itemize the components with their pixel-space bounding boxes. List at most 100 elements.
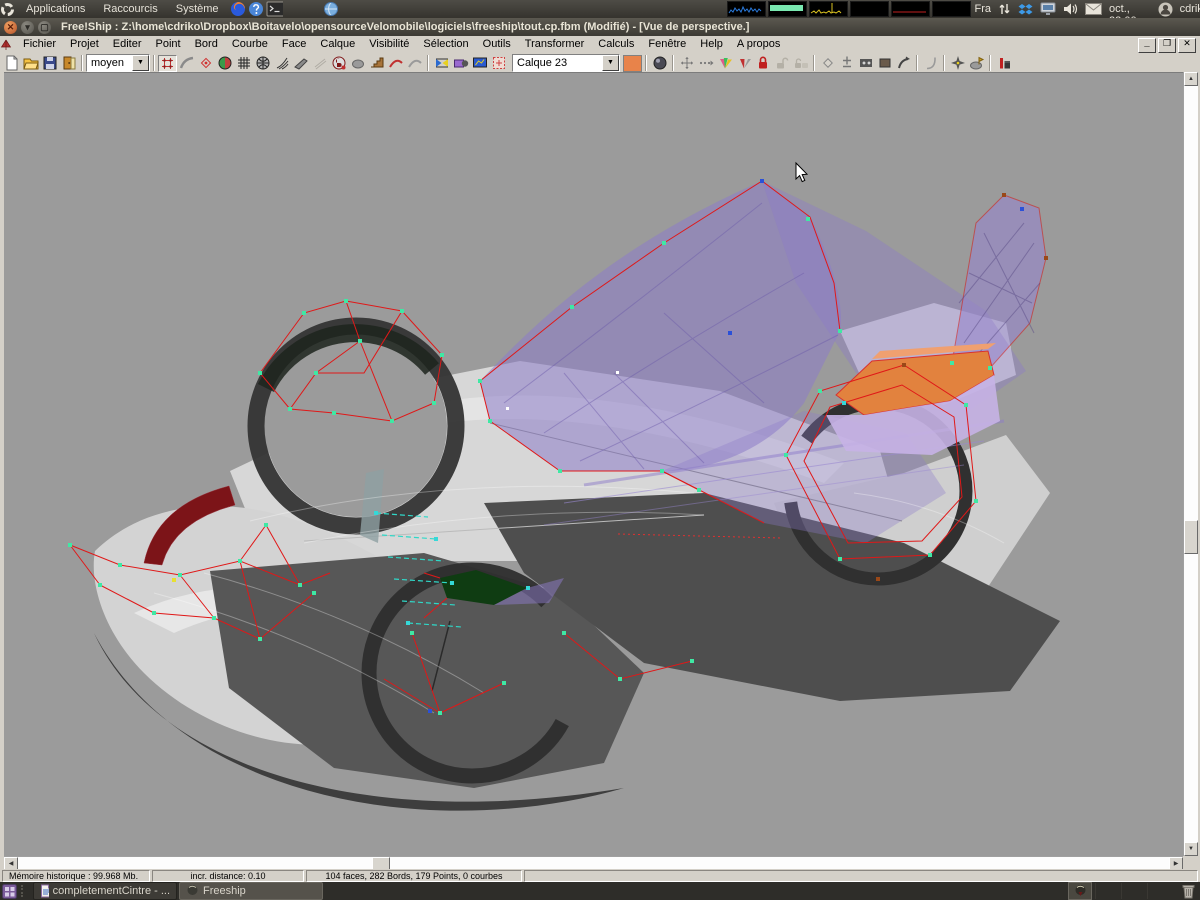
mdi-child-icon[interactable]: [0, 39, 16, 51]
top-panel-menu[interactable]: Raccourcis: [94, 0, 166, 18]
top-panel-menu[interactable]: Système: [167, 0, 228, 18]
memory-bar[interactable]: [768, 1, 807, 17]
check-model-button[interactable]: [948, 55, 967, 72]
mirror-button[interactable]: [734, 55, 753, 72]
unlock-all-points-button[interactable]: [791, 55, 810, 72]
split-edge-button[interactable]: [837, 55, 856, 72]
menu-item[interactable]: Point: [149, 36, 188, 54]
show-flowlines-button[interactable]: [348, 55, 367, 72]
show-both-sides-button[interactable]: [215, 55, 234, 72]
display-icon[interactable]: [1040, 1, 1056, 18]
exit-button[interactable]: [59, 55, 78, 72]
sync-arrows-icon[interactable]: [998, 1, 1011, 18]
applet-blank-2[interactable]: [932, 1, 971, 17]
taskbar-item-document[interactable]: completementCintre - ...: [33, 882, 177, 900]
menu-item[interactable]: Courbe: [225, 36, 275, 54]
scroll-down-button[interactable]: ▼: [1184, 842, 1198, 856]
scroll-up-button[interactable]: ▲: [1184, 72, 1198, 86]
collapse-edge-button[interactable]: [856, 55, 875, 72]
show-diagonals-button[interactable]: [310, 55, 329, 72]
mode-gauss-curvature-button[interactable]: [470, 55, 489, 72]
mdi-minimize-button[interactable]: _: [1138, 38, 1156, 53]
menu-item[interactable]: Help: [693, 36, 730, 54]
mode-shaded-button[interactable]: [451, 55, 470, 72]
chevron-down-icon[interactable]: ▼: [602, 55, 619, 71]
firefox-icon[interactable]: [230, 1, 246, 18]
user-avatar[interactable]: [1158, 1, 1173, 18]
menu-item[interactable]: Projet: [63, 36, 106, 54]
menu-item[interactable]: Bord: [188, 36, 225, 54]
extrude-edge-button[interactable]: [818, 55, 837, 72]
applet-blank-1[interactable]: [850, 1, 889, 17]
taskbar-item-freeship[interactable]: Freeship: [179, 882, 323, 900]
show-waterlines-button[interactable]: [291, 55, 310, 72]
close-button[interactable]: ✕: [4, 21, 17, 34]
help-icon[interactable]: [248, 1, 264, 18]
keyboard-layout-indicator[interactable]: Fra: [975, 3, 992, 15]
save-file-button[interactable]: [40, 55, 59, 72]
maximize-button[interactable]: ▢: [38, 21, 51, 34]
mdi-restore-button[interactable]: ❐: [1158, 38, 1176, 53]
new-face-button[interactable]: [921, 55, 940, 72]
delete-selected-button[interactable]: [994, 55, 1013, 72]
open-file-button[interactable]: [21, 55, 40, 72]
menu-item[interactable]: A propos: [730, 36, 787, 54]
menu-item[interactable]: Face: [275, 36, 313, 54]
show-control-curves-button[interactable]: [196, 55, 215, 72]
show-control-net-button[interactable]: [158, 55, 177, 72]
new-file-button[interactable]: [2, 55, 21, 72]
horizontal-scrollbar[interactable]: ◀ ▶: [4, 856, 1183, 870]
username[interactable]: cdriko: [1180, 3, 1200, 15]
show-curvature-button[interactable]: [386, 55, 405, 72]
show-markers-button[interactable]: [367, 55, 386, 72]
taskbar-handle[interactable]: [21, 885, 31, 897]
cpu-graph[interactable]: [727, 1, 766, 17]
menu-item[interactable]: Calque: [313, 36, 362, 54]
menu-item[interactable]: Calculs: [591, 36, 641, 54]
menu-item[interactable]: Visibilité: [362, 36, 416, 54]
window-titlebar[interactable]: ✕ ▾ ▢ Free!Ship : Z:\home\cdriko\Dropbox…: [0, 18, 1200, 36]
menu-item[interactable]: Fenêtre: [641, 36, 693, 54]
mode-wireframe-button[interactable]: [432, 55, 451, 72]
menu-item[interactable]: Fichier: [16, 36, 63, 54]
align-points-button[interactable]: [677, 55, 696, 72]
project-points-button[interactable]: [696, 55, 715, 72]
crease-edge-button[interactable]: [894, 55, 913, 72]
show-hydrostatic-features-button[interactable]: [329, 55, 348, 72]
vertical-scroll-thumb[interactable]: [1184, 520, 1198, 554]
terminal-icon[interactable]: [266, 1, 283, 18]
layer-select[interactable]: Calque 23 ▼: [512, 54, 620, 72]
ubuntu-logo-icon[interactable]: [0, 1, 15, 18]
unlock-points-button[interactable]: [772, 55, 791, 72]
show-stations-button[interactable]: [253, 55, 272, 72]
show-grid-button[interactable]: [234, 55, 253, 72]
show-buttocks-button[interactable]: [272, 55, 291, 72]
intersect-layers-button[interactable]: [715, 55, 734, 72]
web-browser-icon[interactable]: [323, 1, 339, 18]
top-panel-menu[interactable]: Applications: [17, 0, 94, 18]
network-graph[interactable]: [809, 1, 848, 17]
vertical-scrollbar[interactable]: ▲ ▼: [1183, 72, 1198, 856]
chevron-down-icon[interactable]: ▼: [132, 55, 149, 71]
insert-edge-button[interactable]: [875, 55, 894, 72]
remove-negative-button[interactable]: [967, 55, 986, 72]
volume-icon[interactable]: [1063, 1, 1078, 18]
layer-dialog-button[interactable]: [650, 55, 669, 72]
mdi-close-button[interactable]: ✕: [1178, 38, 1196, 53]
lock-points-button[interactable]: [753, 55, 772, 72]
mode-developability-button[interactable]: [489, 55, 508, 72]
menu-item[interactable]: Outils: [476, 36, 518, 54]
window-list-icon[interactable]: [2, 884, 17, 899]
perspective-view-canvas[interactable]: [4, 72, 1183, 857]
show-interior-edges-button[interactable]: [177, 55, 196, 72]
disk-graph[interactable]: [891, 1, 930, 17]
show-normals-button[interactable]: [405, 55, 424, 72]
menu-item[interactable]: Editer: [106, 36, 149, 54]
menu-item[interactable]: Transformer: [518, 36, 592, 54]
menu-item[interactable]: Sélection: [416, 36, 475, 54]
trash-icon[interactable]: [1181, 883, 1196, 899]
precision-select[interactable]: moyen ▼: [86, 54, 150, 72]
layer-color-swatch[interactable]: [623, 55, 642, 72]
mail-icon[interactable]: [1085, 1, 1102, 18]
system-monitor-applets[interactable]: [727, 1, 973, 17]
